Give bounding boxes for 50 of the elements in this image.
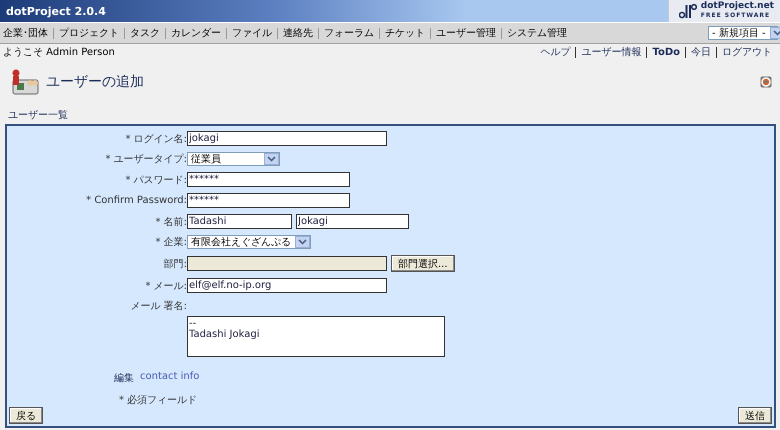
header-link[interactable]: ToDo (646, 46, 685, 58)
caret-icon (264, 153, 279, 165)
text-field[interactable]: ****** (187, 172, 350, 187)
logo-icon (678, 3, 697, 19)
users-icon (10, 68, 40, 96)
text-field[interactable]: jokagi (187, 131, 387, 146)
back-button[interactable]: 戻る (9, 407, 43, 424)
menu-item[interactable]: システム管理 (501, 28, 572, 38)
app-title: dotProject 2.0.4 (5, 4, 106, 18)
menu-item[interactable]: カレンダー (165, 28, 226, 38)
header-link[interactable]: 今日 (685, 46, 716, 58)
required-note: * 必須フィールド (119, 395, 198, 406)
field-label: * ログイン名: (124, 132, 187, 146)
submit-button[interactable]: 送信 (738, 407, 772, 424)
field-label: * メール: (144, 280, 187, 292)
menu-item[interactable]: 企業･団体 (3, 28, 53, 38)
header-link[interactable]: ヘルプ (535, 46, 576, 58)
caret-icon (295, 236, 310, 248)
field-label: 部門: (162, 258, 187, 270)
user-list-link[interactable]: ユーザー一覧 (8, 110, 68, 121)
signature-textarea[interactable]: -- Tadashi Jokagi (187, 316, 445, 357)
text-field[interactable]: elf@elf.no-ip.org (187, 278, 387, 293)
contact-info-link[interactable]: contact info (140, 371, 200, 385)
field-label: * パスワード: (124, 174, 187, 186)
field-label: * 名前: (154, 216, 187, 228)
header-link[interactable]: ログアウト (716, 46, 777, 58)
menu-item[interactable]: フォーラム (318, 28, 379, 38)
menu-item[interactable]: チケット (379, 28, 430, 38)
field-label: * 企業: (154, 236, 187, 249)
text-field[interactable]: ****** (187, 193, 350, 208)
menu-item[interactable]: ファイル (226, 28, 277, 38)
field-label: * Confirm Password: (85, 195, 187, 206)
caret-icon (770, 27, 780, 39)
welcome-text: ようこそ Admin Person (3, 46, 115, 59)
field-label: メール 署名: (129, 300, 187, 313)
help-icon[interactable] (760, 76, 772, 88)
menu-item[interactable]: 連絡先 (277, 28, 318, 38)
page-title: ユーザーの追加 (46, 73, 144, 91)
menu-item[interactable]: ユーザー管理 (430, 28, 501, 38)
dropdown[interactable]: 従業員 (187, 152, 280, 166)
menu-item[interactable]: タスク (124, 28, 165, 38)
edit-label: 編集 (114, 372, 134, 385)
header-link[interactable]: ユーザー情報 (575, 46, 646, 58)
select-department-button[interactable]: 部門選択... (391, 255, 455, 272)
new-item-dropdown[interactable]: - 新規項目 - (708, 26, 778, 40)
field-label: * ユーザータイプ: (104, 152, 187, 166)
first-name-field[interactable]: Tadashi (187, 214, 292, 229)
dropdown[interactable]: 有限会社えぐざんぷる (187, 235, 311, 249)
brand-name: dotProject.net (700, 2, 774, 11)
menu-item[interactable]: プロジェクト (53, 28, 124, 38)
